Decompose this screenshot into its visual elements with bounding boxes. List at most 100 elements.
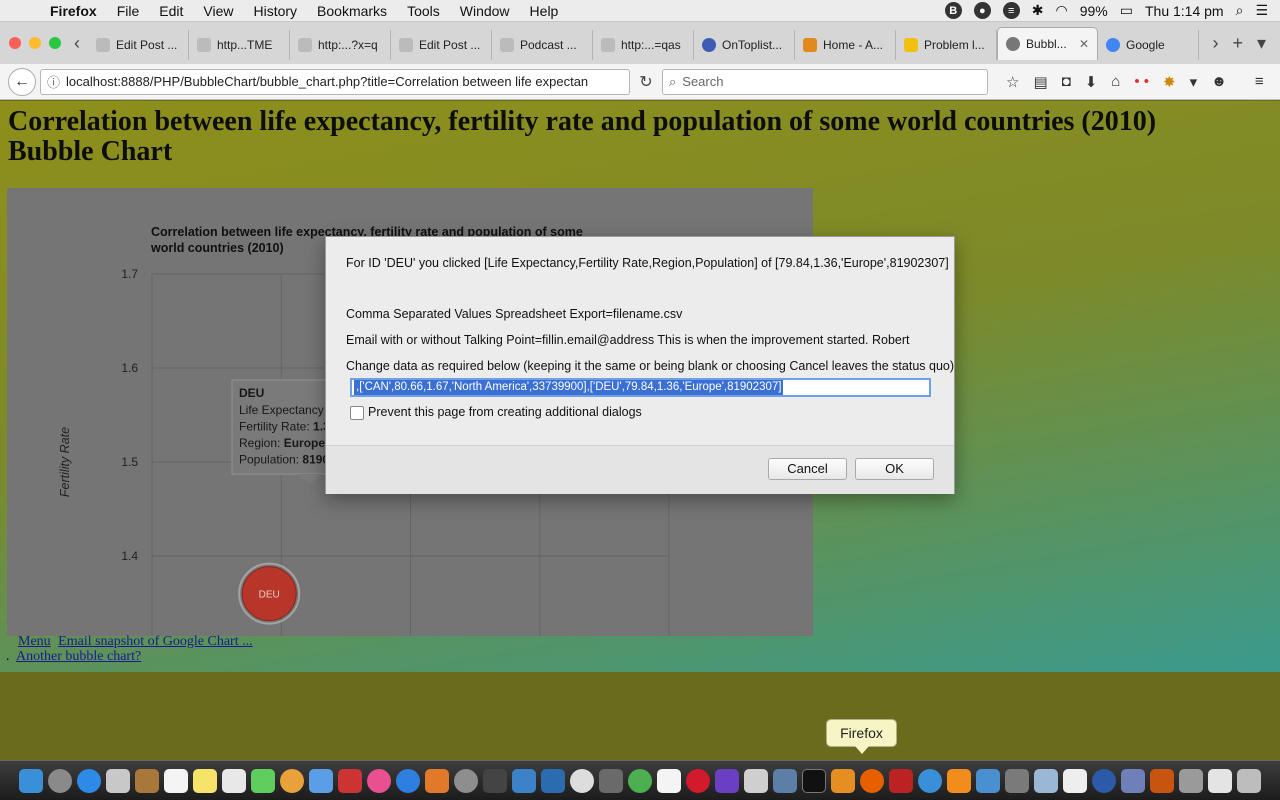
imovie-icon[interactable] (715, 768, 739, 793)
tab-http-xq[interactable]: http:...?x=q (290, 30, 391, 60)
filezilla-icon[interactable] (889, 768, 913, 793)
tab-problem[interactable]: Problem l... (896, 30, 997, 60)
tab-http-tme[interactable]: http...TME (189, 30, 290, 60)
prevent-dialogs-label[interactable]: Prevent this page from creating addition… (368, 405, 642, 419)
tab-http-qas[interactable]: http:...=qas (593, 30, 694, 60)
documents-folder-icon[interactable] (1208, 768, 1232, 793)
wireshark-icon[interactable] (541, 768, 565, 793)
email-snapshot-link[interactable]: Email snapshot of Google Chart ... (58, 634, 252, 649)
tools-icon[interactable] (831, 768, 855, 793)
reading-list-icon[interactable]: ▤ (1033, 73, 1047, 91)
bbedit-icon[interactable] (1063, 768, 1087, 793)
photo-booth-icon[interactable] (338, 768, 362, 793)
tab-podcast[interactable]: Podcast ... (492, 30, 593, 60)
virtualbox-icon[interactable] (1034, 768, 1058, 793)
window-close-button[interactable] (9, 37, 21, 49)
chat-icon[interactable]: ☻ (1211, 73, 1227, 90)
status-b-icon[interactable]: B (944, 2, 962, 19)
terminal-icon[interactable] (802, 768, 826, 793)
extension-dots-icon[interactable]: • • (1134, 73, 1149, 90)
menu-help[interactable]: Help (520, 3, 569, 19)
firefox-icon[interactable] (860, 768, 884, 793)
tab-bubble-chart[interactable]: Bubbl... ✕ (997, 27, 1098, 60)
quicktime-icon[interactable] (918, 768, 942, 793)
status-circle-icon[interactable]: ● (973, 2, 991, 19)
status-media-icon[interactable]: ≡ (1002, 2, 1020, 19)
mail-icon[interactable] (106, 768, 130, 793)
finder-icon[interactable] (19, 768, 43, 793)
home-icon[interactable]: ⌂ (1111, 73, 1120, 90)
java-icon[interactable] (1150, 768, 1174, 793)
hamburger-menu-icon[interactable]: ≡ (1255, 73, 1264, 90)
trash-icon[interactable] (1237, 768, 1261, 793)
extension-dropdown-icon[interactable]: ▾ (1190, 73, 1198, 91)
tab-google[interactable]: Google (1098, 30, 1199, 60)
system-preferences-icon[interactable] (454, 768, 478, 793)
menu-file[interactable]: File (107, 3, 150, 19)
new-tab-icon[interactable]: + (1232, 33, 1243, 54)
ibooks-icon[interactable] (425, 768, 449, 793)
menu-view[interactable]: View (193, 3, 243, 19)
pocket-icon[interactable]: ◘ (1062, 73, 1071, 90)
scripteditor-icon[interactable] (744, 768, 768, 793)
list-all-tabs-icon[interactable]: ▾ (1257, 33, 1266, 54)
reload-icon[interactable]: ↻ (630, 72, 662, 92)
menu-bookmarks[interactable]: Bookmarks (307, 3, 397, 19)
prevent-dialogs-checkbox[interactable] (350, 406, 364, 420)
calendar-icon[interactable] (164, 768, 188, 793)
notes-icon[interactable] (193, 768, 217, 793)
tabs-scroll-right-icon[interactable]: › (1212, 33, 1218, 54)
opera-icon[interactable] (686, 768, 710, 793)
extension-bee-icon[interactable]: ✸ (1163, 73, 1176, 91)
contacts-icon[interactable] (135, 768, 159, 793)
cancel-button[interactable]: Cancel (768, 458, 847, 480)
storage-icon[interactable] (1179, 768, 1203, 793)
safari-icon[interactable] (77, 768, 101, 793)
downloads-icon[interactable]: ⬇ (1085, 73, 1098, 91)
tab-home[interactable]: Home - A... (795, 30, 896, 60)
battery-icon[interactable]: ▭ (1120, 2, 1133, 19)
tab-edit-post-2[interactable]: Edit Post ... (391, 30, 492, 60)
site-info-icon[interactable]: ⓘ (47, 72, 60, 91)
notification-center-icon[interactable]: ☰ (1255, 2, 1268, 19)
facetime-icon[interactable] (309, 768, 333, 793)
battery-percent[interactable]: 99% (1080, 3, 1108, 19)
itunes-icon[interactable] (367, 768, 391, 793)
menu-tools[interactable]: Tools (397, 3, 450, 19)
clock[interactable]: Thu 1:14 pm (1145, 3, 1224, 19)
tabs-scroll-left-icon[interactable]: ‹ (66, 33, 88, 54)
utility-icon[interactable] (599, 768, 623, 793)
automator-icon[interactable] (483, 768, 507, 793)
menu-app-firefox[interactable]: Firefox (40, 3, 107, 19)
b-app-icon[interactable] (1092, 768, 1116, 793)
menu-window[interactable]: Window (450, 3, 520, 19)
search-bar[interactable]: ⌕ Search (662, 68, 988, 95)
messages-icon[interactable] (251, 768, 275, 793)
another-bubble-chart-link[interactable]: Another bubble chart? (16, 649, 141, 664)
preview-icon[interactable] (976, 768, 1000, 793)
tab-close-icon[interactable]: ✕ (1079, 37, 1089, 51)
tab-ontoplist[interactable]: OnToplist... (694, 30, 795, 60)
window-minimize-button[interactable] (29, 37, 41, 49)
php-icon[interactable] (1121, 768, 1145, 793)
bookmark-star-icon[interactable]: ☆ (1006, 73, 1019, 91)
vlc-icon[interactable] (947, 768, 971, 793)
xcode-icon[interactable] (512, 768, 536, 793)
bluetooth-icon[interactable]: ✱ (1032, 2, 1044, 19)
reminders-icon[interactable] (222, 768, 246, 793)
wifi-icon[interactable]: ◠ (1056, 2, 1068, 19)
window-zoom-button[interactable] (49, 37, 61, 49)
menu-history[interactable]: History (243, 3, 307, 19)
back-button[interactable]: ← (8, 67, 36, 96)
chrome-icon[interactable] (628, 768, 652, 793)
menu-link[interactable]: Menu (18, 634, 51, 649)
gimp-icon[interactable] (570, 768, 594, 793)
app-store-icon[interactable] (396, 768, 420, 793)
url-bar[interactable]: ⓘ localhost:8888/PHP/BubbleChart/bubble_… (40, 68, 630, 95)
ok-button[interactable]: OK (855, 458, 934, 480)
launchpad-icon[interactable] (48, 768, 72, 793)
network-icon[interactable] (773, 768, 797, 793)
menu-edit[interactable]: Edit (149, 3, 193, 19)
help-icon[interactable] (1005, 768, 1029, 793)
tab-edit-post-1[interactable]: Edit Post ... (88, 30, 189, 60)
